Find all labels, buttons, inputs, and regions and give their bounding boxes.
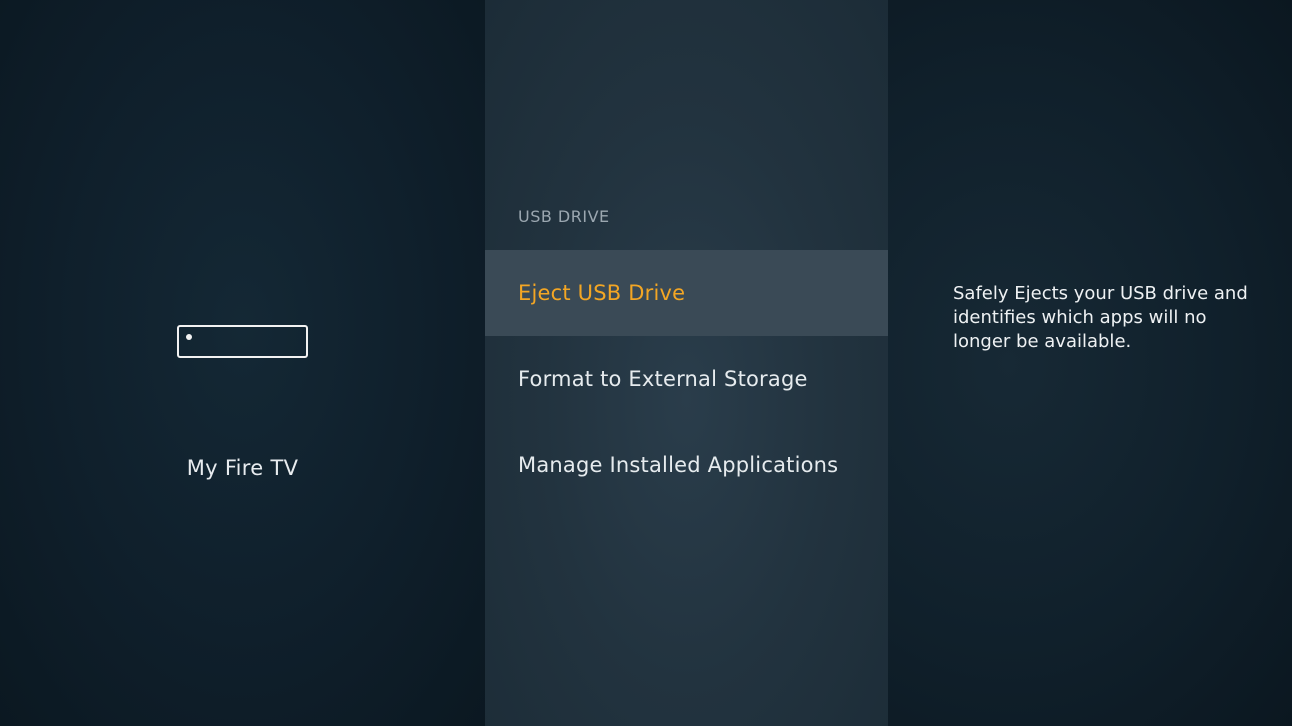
device-name: My Fire TV [186,456,299,480]
menu-item-eject-usb-drive[interactable]: Eject USB Drive [485,250,888,336]
menu-item-format-external-storage[interactable]: Format to External Storage [485,336,888,422]
item-description: Safely Ejects your USB drive and identif… [953,283,1248,352]
device-indicator-dot [186,334,192,340]
menu-item-label: Format to External Storage [518,367,808,391]
section-header: USB DRIVE [518,207,610,226]
fire-tv-settings-screen: My Fire TV USB DRIVE Eject USB Drive For… [0,0,1292,726]
device-panel: My Fire TV [0,0,485,726]
menu-item-manage-installed-applications[interactable]: Manage Installed Applications [485,422,888,508]
fire-tv-device-icon [177,325,308,358]
settings-menu: USB DRIVE Eject USB Drive Format to Exte… [485,0,888,726]
menu-item-label: Manage Installed Applications [518,453,839,477]
menu-item-label: Eject USB Drive [518,281,686,305]
description-panel: Safely Ejects your USB drive and identif… [888,0,1292,726]
